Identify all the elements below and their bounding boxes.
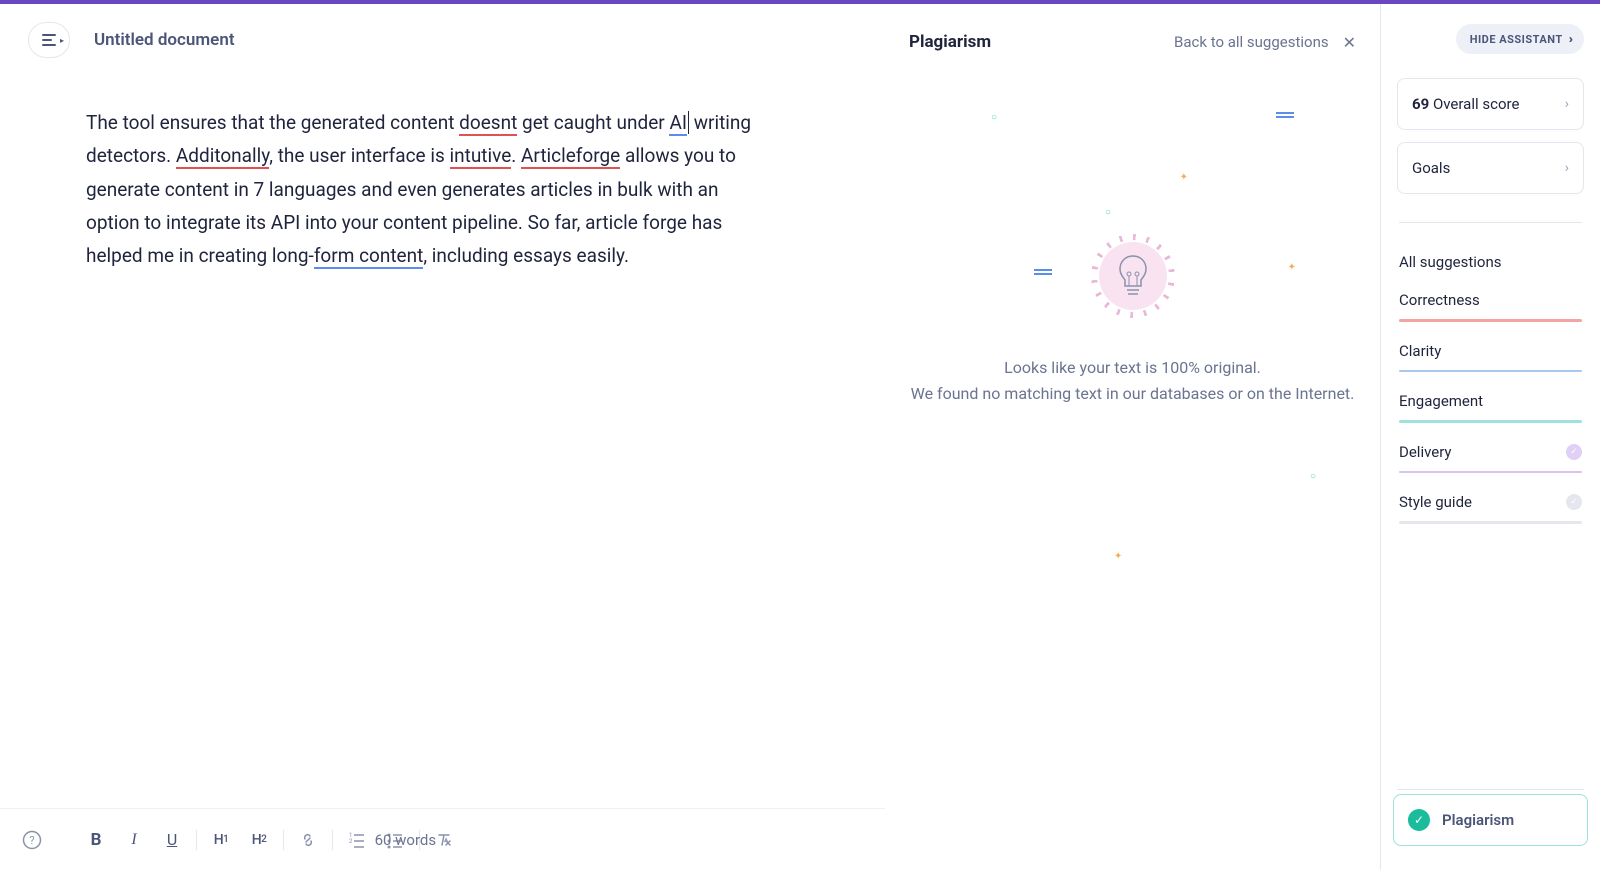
chevron-right-icon: ▸ (60, 36, 64, 45)
lightbulb-illustration (1099, 242, 1167, 310)
category-delivery[interactable]: Delivery✓ (1397, 429, 1584, 480)
formatting-toolbar: ? B I U H1 H2 12 (0, 808, 885, 870)
word-count[interactable]: 60 words▲ (375, 831, 450, 849)
confetti-icon: ✦ (1114, 551, 1122, 562)
check-icon: ✓ (1566, 444, 1582, 460)
sidebar-divider (1399, 222, 1582, 223)
text-segment: , including essays easily. (423, 244, 629, 267)
h2-button[interactable]: H2 (247, 828, 271, 852)
toolbar-separator (196, 830, 197, 850)
confetti-icon (1034, 269, 1052, 271)
ordered-list-icon: 12 (348, 831, 366, 849)
document-title[interactable]: Untitled document (94, 30, 235, 50)
confetti-icon: ✦ (1288, 262, 1296, 273)
triangle-up-icon: ▲ (442, 835, 450, 844)
chevron-right-icon: › (1565, 160, 1569, 176)
goals-card[interactable]: Goals › (1397, 142, 1584, 194)
empty-state: ○ ✦ ○ ✦ ○ ✦ Looks like your text (909, 82, 1356, 462)
text-segment: , the user interface is (269, 144, 449, 167)
delivery-bar (1399, 471, 1582, 474)
editor-area[interactable]: The tool ensures that the generated cont… (0, 76, 885, 870)
category-clarity[interactable]: Clarity (1397, 328, 1584, 379)
spelling-error[interactable]: Additonally (176, 144, 269, 169)
hamburger-icon (42, 34, 56, 46)
check-circle-icon: ✓ (1408, 809, 1430, 831)
link-icon (299, 831, 317, 849)
confetti-icon: ○ (1105, 207, 1111, 218)
sidebar-divider (1397, 789, 1584, 790)
bold-button[interactable]: B (84, 828, 108, 852)
spelling-error[interactable]: doesnt (459, 111, 517, 136)
engagement-bar (1399, 420, 1582, 423)
category-engagement[interactable]: Engagement (1397, 378, 1584, 429)
hide-assistant-button[interactable]: HIDE ASSISTANT ›› (1456, 24, 1584, 54)
editor-column: ▸ Untitled document The tool ensures tha… (0, 4, 885, 870)
confetti-icon: ○ (991, 112, 997, 123)
confetti-icon: ✦ (1180, 172, 1188, 183)
underline-button[interactable]: U (160, 828, 184, 852)
plagiarism-panel: Plagiarism Back to all suggestions ✕ ○ ✦… (885, 4, 1380, 870)
confetti-icon (1276, 112, 1294, 114)
svg-text:?: ? (29, 834, 34, 847)
menu-button[interactable]: ▸ (28, 22, 70, 58)
document-header: ▸ Untitled document (0, 4, 885, 76)
ordered-list-button[interactable]: 12 (345, 828, 369, 852)
style-guide-bar (1399, 521, 1582, 524)
all-suggestions-item[interactable]: All suggestions (1397, 239, 1584, 277)
back-to-suggestions[interactable]: Back to all suggestions ✕ (1174, 33, 1356, 52)
spelling-error[interactable]: intutive (450, 144, 512, 169)
lightbulb-icon (1115, 254, 1151, 298)
chevron-right-icon: › (1565, 96, 1569, 112)
correctness-bar (1399, 319, 1582, 322)
help-button[interactable]: ? (20, 828, 44, 852)
category-style-guide[interactable]: Style guide✓ (1397, 479, 1584, 530)
text-segment: get caught under (517, 111, 669, 134)
h1-button[interactable]: H1 (209, 828, 233, 852)
check-icon: ✓ (1566, 494, 1582, 510)
category-correctness[interactable]: Correctness (1397, 277, 1584, 328)
link-button[interactable] (296, 828, 320, 852)
clarity-bar (1399, 370, 1582, 373)
panel-title: Plagiarism (909, 32, 991, 52)
confetti-icon: ○ (1310, 471, 1316, 482)
close-icon[interactable]: ✕ (1343, 33, 1356, 52)
help-icon: ? (22, 830, 42, 850)
toolbar-separator (283, 830, 284, 850)
assistant-sidebar: HIDE ASSISTANT ›› 69 Overall score › Goa… (1380, 4, 1600, 870)
italic-button[interactable]: I (122, 828, 146, 852)
editor-content[interactable]: The tool ensures that the generated cont… (86, 106, 766, 272)
spelling-error[interactable]: Articleforge (521, 144, 620, 169)
svg-text:2: 2 (349, 838, 353, 845)
toolbar-separator (332, 830, 333, 850)
text-segment: The tool ensures that the generated cont… (86, 111, 459, 134)
empty-state-text: Looks like your text is 100% original. W… (911, 355, 1355, 408)
text-segment: . (511, 144, 521, 167)
clarity-suggestion[interactable]: AI (669, 111, 687, 136)
overall-score-card[interactable]: 69 Overall score › (1397, 78, 1584, 130)
clarity-suggestion[interactable]: form content (314, 244, 424, 269)
plagiarism-card[interactable]: ✓ Plagiarism (1393, 794, 1588, 846)
chevron-double-right-icon: ›› (1569, 32, 1570, 46)
